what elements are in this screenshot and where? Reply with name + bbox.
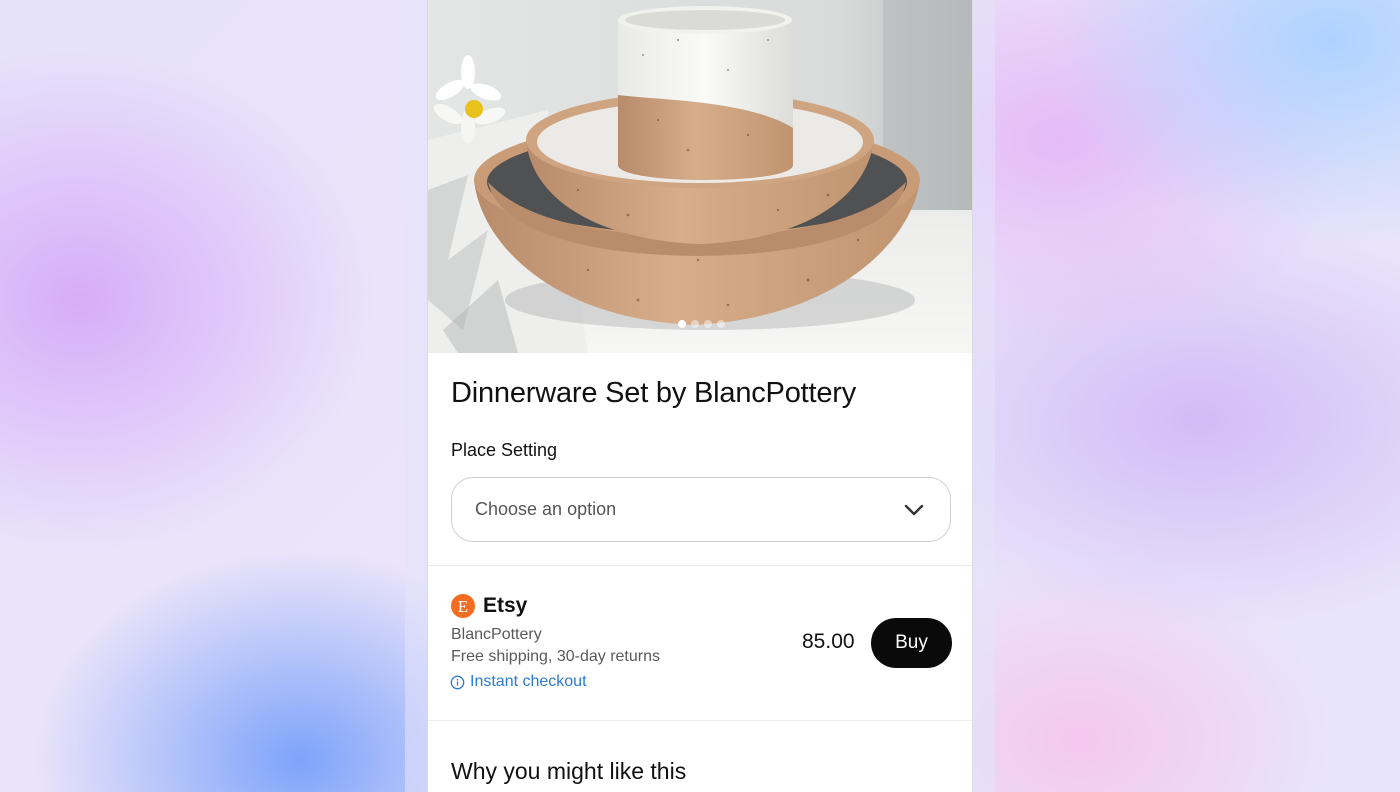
place-setting-select[interactable]: Choose an option (451, 477, 951, 542)
carousel-indicator (428, 320, 972, 328)
instant-checkout-label: Instant checkout (470, 673, 587, 690)
section-heading: Why you might like this (451, 758, 687, 784)
merchant-name: Etsy (483, 594, 528, 617)
carousel-dot[interactable] (690, 320, 699, 328)
carousel-dot[interactable] (716, 320, 725, 328)
info-icon (450, 675, 465, 689)
product-card: Dinnerware Set by BlancPottery Place Set… (427, 0, 973, 792)
buy-button[interactable]: Buy (871, 618, 952, 668)
option-label: Place Setting (451, 440, 558, 460)
etsy-logo-icon: E (451, 594, 475, 618)
seller-name: BlancPottery (451, 626, 542, 643)
product-image[interactable] (428, 0, 972, 353)
select-placeholder: Choose an option (475, 499, 617, 519)
divider (428, 720, 972, 721)
pottery-photo (428, 0, 972, 353)
price: 85.00 (802, 630, 855, 653)
carousel-dot-active[interactable] (677, 320, 686, 328)
merchant[interactable]: E Etsy (451, 594, 527, 618)
instant-checkout-link[interactable]: Instant checkout (450, 673, 587, 691)
carousel-dot[interactable] (703, 320, 712, 328)
chevron-down-icon (904, 504, 924, 515)
shipping-info: Free shipping, 30-day returns (451, 648, 660, 665)
product-title: Dinnerware Set by BlancPottery (451, 377, 857, 409)
divider (428, 565, 972, 566)
